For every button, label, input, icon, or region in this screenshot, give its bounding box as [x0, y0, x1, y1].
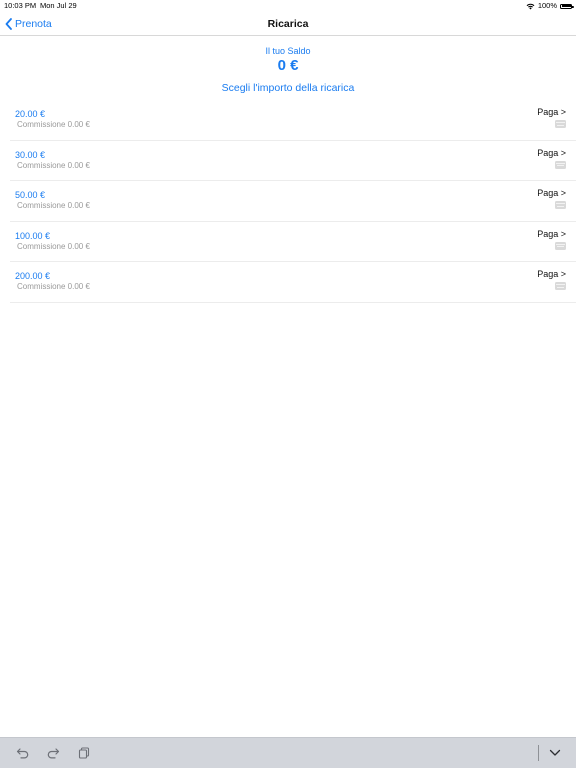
battery-percentage: 100%	[537, 1, 557, 10]
navigation-bar: Ricarica Prenota	[0, 12, 576, 36]
undo-icon	[16, 748, 29, 759]
dismiss-keyboard-button[interactable]	[547, 745, 563, 761]
pay-button[interactable]: Paga >	[537, 229, 566, 239]
pay-button[interactable]: Paga >	[537, 107, 566, 117]
battery-icon	[560, 3, 574, 9]
pay-button[interactable]: Paga >	[537, 269, 566, 279]
credit-card-icon	[555, 282, 566, 290]
status-bar: 10:03 PM Mon Jul 29 100%	[0, 0, 576, 12]
redo-icon	[47, 748, 60, 759]
amount-option-30[interactable]: 30.00 € Commissione 0.00 € Paga >	[10, 141, 576, 181]
amount-option-100[interactable]: 100.00 € Commissione 0.00 € Paga >	[10, 222, 576, 262]
amount-value: 30.00 €	[15, 149, 46, 160]
status-right: 100%	[526, 0, 574, 12]
credit-card-icon	[555, 241, 566, 250]
fee-text: Commissione 0.00 €	[17, 120, 90, 129]
amount-option-50[interactable]: 50.00 € Commissione 0.00 € Paga >	[10, 181, 576, 222]
keyboard-dismiss-icon	[549, 749, 561, 756]
redo-button[interactable]	[45, 745, 61, 761]
toolbar-divider	[538, 745, 539, 761]
amount-option-20[interactable]: 20.00 € Commissione 0.00 € Paga >	[10, 100, 576, 141]
amount-value: 100.00 €	[15, 230, 51, 241]
page-title: Ricarica	[267, 18, 309, 30]
amount-value: 50.00 €	[15, 190, 46, 200]
paste-button[interactable]	[76, 745, 92, 761]
amount-list: 20.00 € Commissione 0.00 € Paga > 30.00 …	[10, 100, 576, 303]
pay-button[interactable]: Paga >	[537, 188, 566, 198]
status-date: Mon Jul 29	[40, 1, 77, 10]
credit-card-icon	[555, 120, 566, 128]
chevron-left-icon	[5, 18, 12, 30]
undo-button[interactable]	[15, 745, 31, 761]
credit-card-icon	[555, 160, 566, 169]
amount-option-200[interactable]: 200.00 € Commissione 0.00 € Paga >	[10, 262, 576, 303]
fee-text: Commissione 0.00 €	[17, 241, 90, 251]
balance-value: 0 €	[277, 57, 299, 74]
fee-text: Commissione 0.00 €	[17, 282, 90, 291]
fee-text: Commissione 0.00 €	[17, 160, 90, 170]
clipboard-icon	[78, 747, 90, 759]
balance-label: Il tuo Saldo	[265, 46, 311, 56]
amount-value: 20.00 €	[15, 109, 46, 119]
amount-value: 200.00 €	[15, 271, 51, 281]
fee-text: Commissione 0.00 €	[17, 201, 90, 210]
back-button-label: Prenota	[15, 18, 52, 30]
back-button[interactable]: Prenota	[5, 15, 52, 33]
keyboard-shortcut-bar	[0, 737, 576, 768]
credit-card-icon	[555, 201, 566, 209]
choose-amount-label: Scegli l'importo della ricarica	[221, 82, 355, 94]
status-time: 10:03 PM	[4, 1, 37, 10]
wifi-icon	[526, 3, 535, 9]
pay-button[interactable]: Paga >	[537, 148, 566, 158]
